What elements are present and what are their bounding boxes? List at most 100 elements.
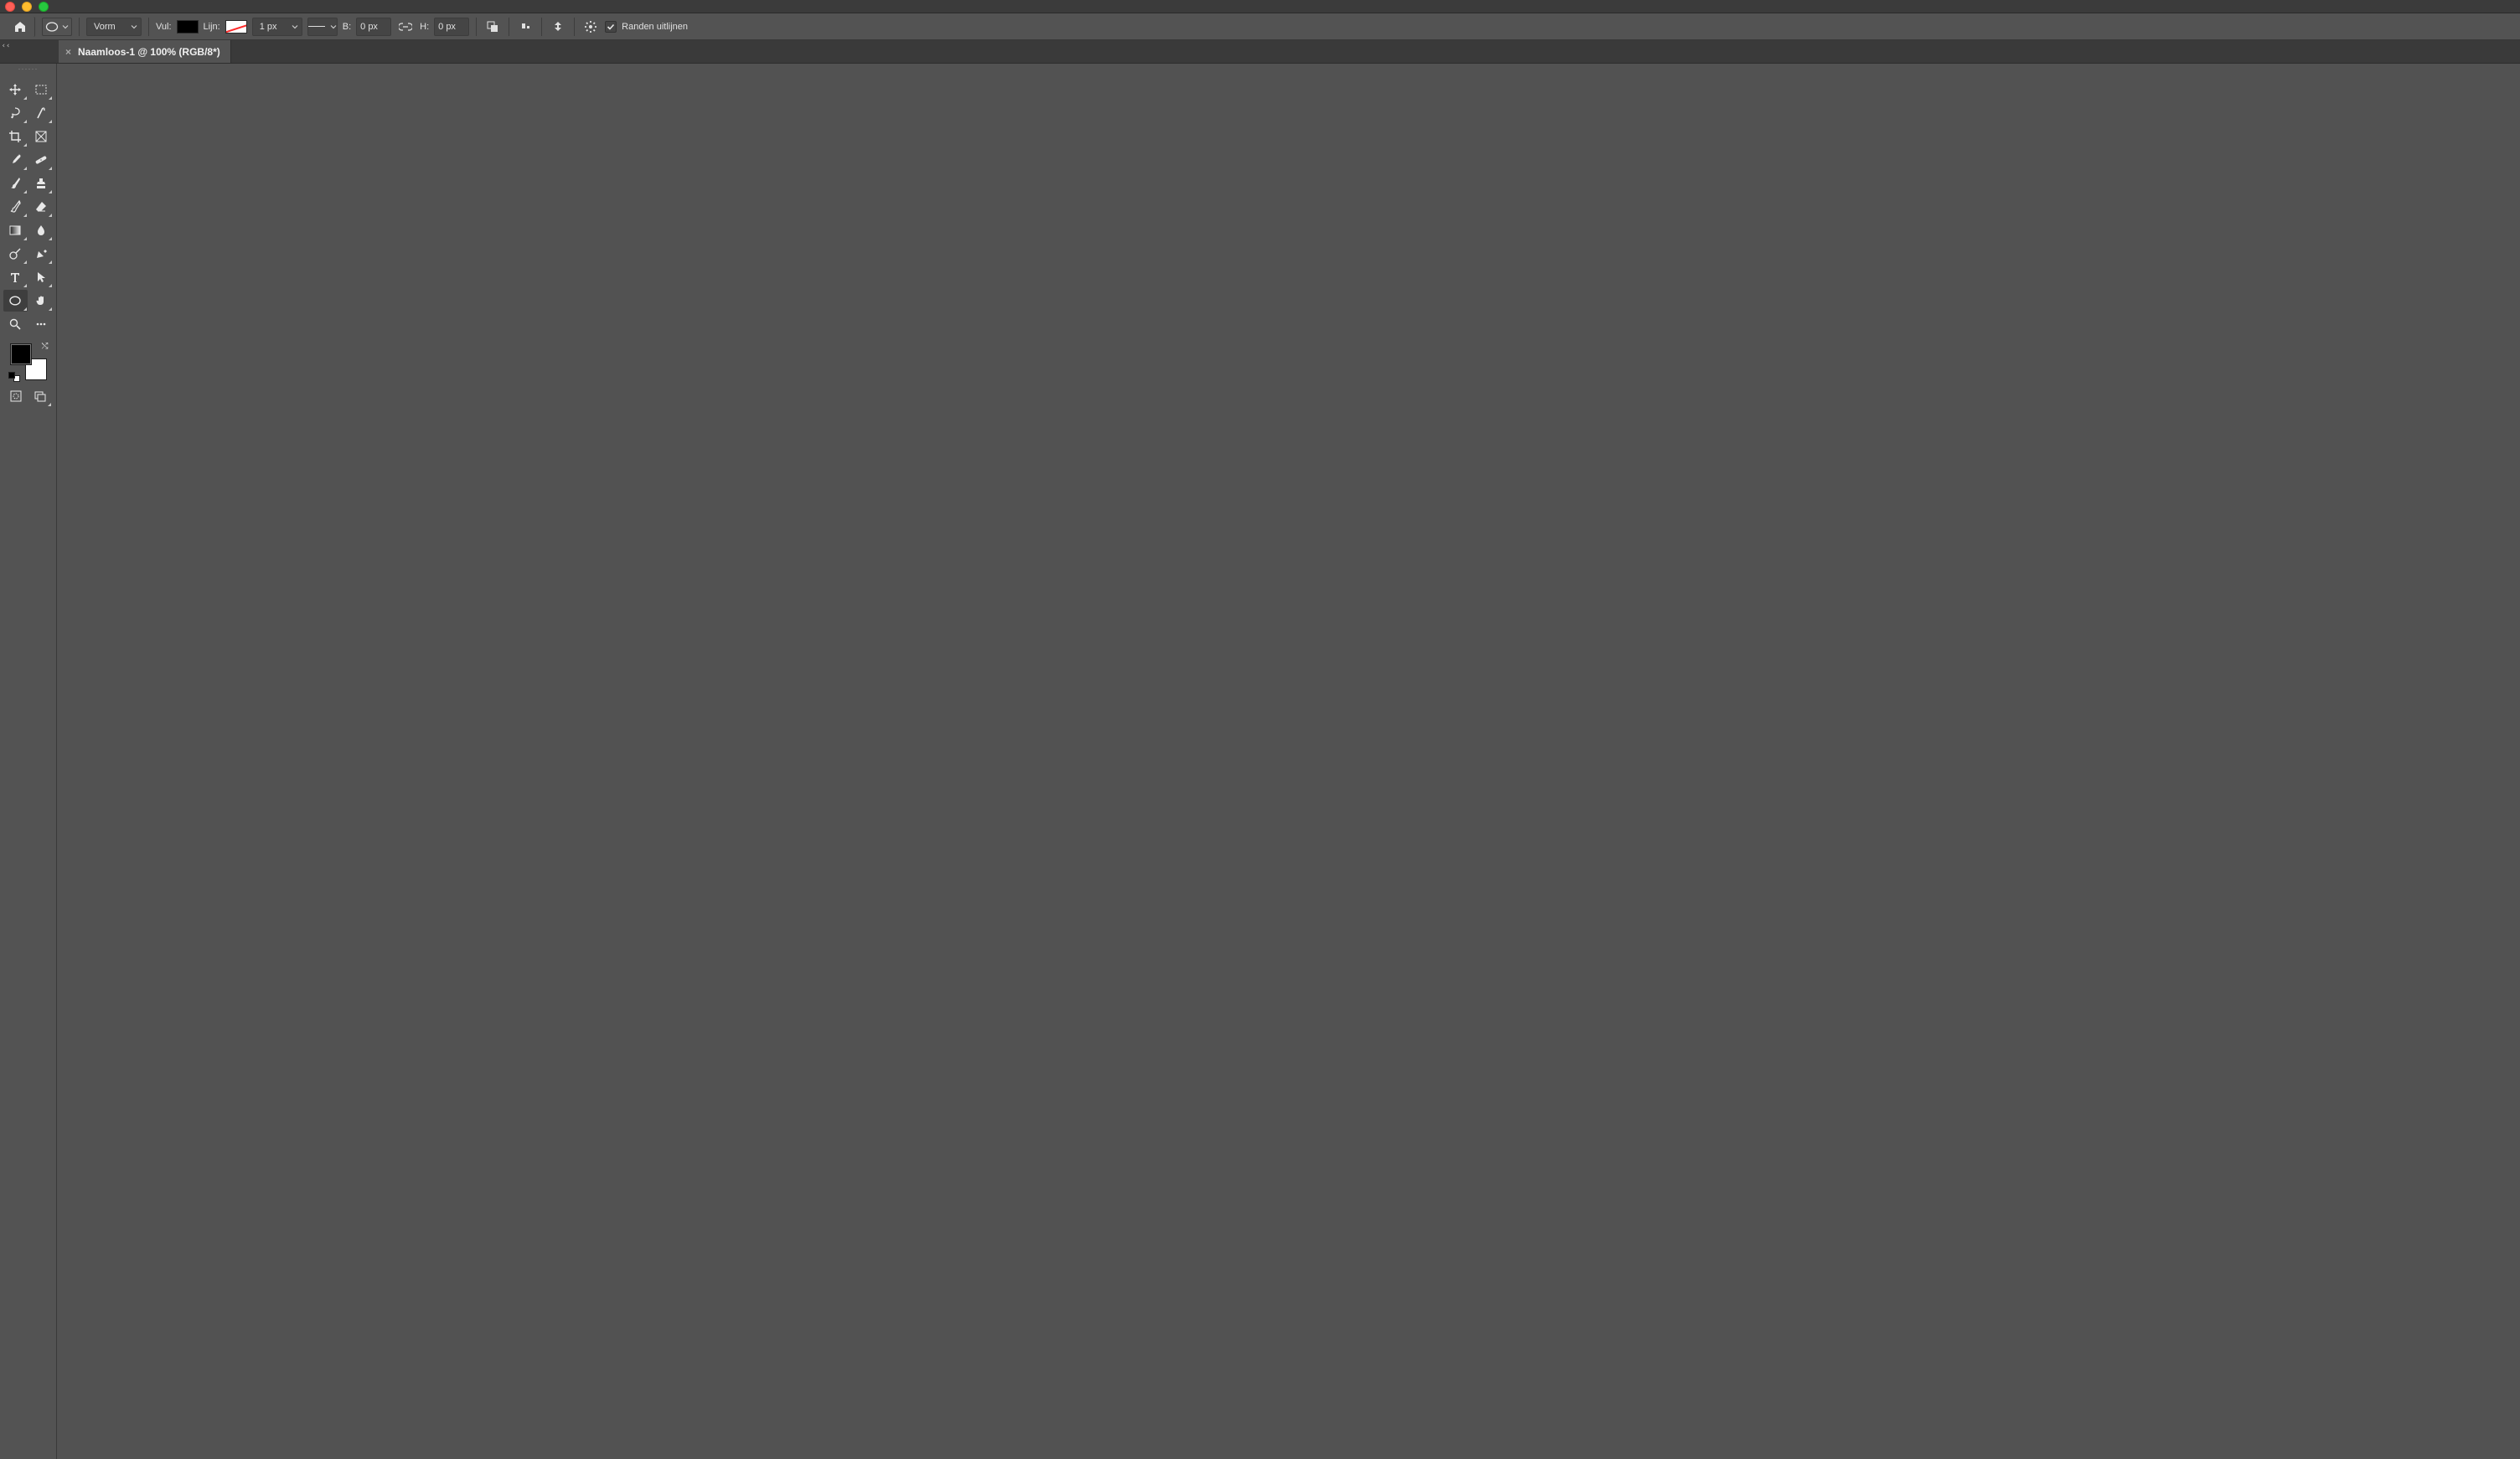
width-field[interactable]: 0 px (356, 18, 391, 36)
swap-colors-button[interactable]: ⤭ (42, 342, 49, 351)
screen-mode-icon (34, 389, 47, 403)
ellipse-icon (45, 21, 59, 33)
hand-tool[interactable] (29, 290, 54, 312)
ellipsis-icon (34, 317, 48, 331)
main-area: ······ (0, 64, 2520, 1459)
chevron-down-icon (330, 23, 337, 30)
tabstrip-spacer (12, 40, 59, 63)
fill-swatch[interactable] (177, 20, 199, 34)
document-tab[interactable]: × Naamloos-1 @ 100% (RGB/8*) (59, 40, 231, 63)
chevron-down-icon (131, 23, 137, 30)
ellipse-icon (8, 295, 22, 307)
magic-wand-icon (34, 106, 48, 120)
quick-selection-tool[interactable] (29, 102, 54, 124)
tool-preset-picker[interactable] (42, 18, 72, 36)
separator (574, 18, 575, 36)
hand-icon (34, 294, 48, 307)
edit-toolbar-button[interactable] (29, 313, 54, 335)
align-edges-checkbox[interactable] (605, 21, 617, 33)
brush-icon (8, 177, 22, 190)
marquee-icon (34, 83, 48, 96)
height-label: H: (420, 22, 429, 32)
shape-settings-button[interactable] (581, 18, 600, 36)
gradient-icon (8, 224, 22, 237)
lasso-tool[interactable] (3, 102, 28, 124)
clone-stamp-tool[interactable] (29, 173, 54, 194)
mini-black-swatch (8, 372, 15, 379)
ellipse-shape-tool[interactable] (3, 290, 28, 312)
frame-tool[interactable] (29, 126, 54, 147)
pen-tool[interactable] (29, 243, 54, 265)
gear-icon (584, 20, 597, 34)
link-dimensions-button[interactable] (396, 18, 415, 36)
path-operations-button[interactable] (483, 18, 502, 36)
dodge-icon (8, 247, 22, 260)
chevron-down-icon (62, 23, 69, 30)
window-close-button[interactable] (5, 2, 15, 12)
crop-icon (8, 130, 22, 143)
align-icon (519, 20, 532, 34)
tools-grid (0, 77, 56, 338)
window-minimize-button[interactable] (22, 2, 32, 12)
separator (476, 18, 477, 36)
chevron-down-icon (292, 23, 298, 30)
move-tool[interactable] (3, 79, 28, 101)
width-value: 0 px (360, 22, 378, 32)
lasso-icon (8, 106, 22, 120)
width-label: B: (343, 22, 351, 32)
arrange-icon (551, 20, 565, 34)
eyedropper-tool[interactable] (3, 149, 28, 171)
canvas-area[interactable] (57, 64, 2520, 1459)
document-tab-title: Naamloos-1 @ 100% (RGB/8*) (78, 46, 220, 58)
spot-healing-tool[interactable] (29, 149, 54, 171)
separator (541, 18, 542, 36)
crop-tool[interactable] (3, 126, 28, 147)
screen-mode-button[interactable] (28, 385, 52, 407)
foreground-color-swatch[interactable] (10, 343, 32, 365)
home-button[interactable] (10, 17, 35, 37)
type-icon (8, 271, 22, 284)
default-colors-button[interactable] (8, 372, 20, 382)
options-bar: Vorm Vul: Lijn: 1 px B: 0 px H: 0 px (0, 13, 2520, 40)
pen-icon (34, 247, 48, 260)
dodge-tool[interactable] (3, 243, 28, 265)
gradient-tool[interactable] (3, 219, 28, 241)
color-swatches: ⤭ (10, 343, 47, 380)
arrow-cursor-icon (34, 271, 48, 284)
link-icon (399, 22, 412, 32)
separator (79, 18, 80, 36)
collapse-panel-button[interactable]: ‹‹ (0, 40, 12, 63)
fill-label: Vul: (156, 22, 172, 32)
height-field[interactable]: 0 px (434, 18, 469, 36)
zoom-tool[interactable] (3, 313, 28, 335)
stroke-width-field[interactable]: 1 px (252, 18, 302, 36)
blur-tool[interactable] (29, 219, 54, 241)
double-chevron-left-icon: ‹‹ (2, 42, 11, 50)
type-tool[interactable] (3, 266, 28, 288)
window-zoom-button[interactable] (39, 2, 49, 12)
shape-mode-dropdown[interactable]: Vorm (86, 18, 142, 36)
checkmark-icon (607, 23, 615, 31)
path-align-button[interactable] (516, 18, 534, 36)
path-arrange-button[interactable] (549, 18, 567, 36)
stroke-style-dropdown[interactable] (307, 18, 338, 36)
brush-tool[interactable] (3, 173, 28, 194)
window-titlebar (0, 0, 2520, 13)
path-selection-tool[interactable] (29, 266, 54, 288)
rectangular-marquee-tool[interactable] (29, 79, 54, 101)
close-tab-button[interactable]: × (65, 47, 71, 57)
move-icon (8, 83, 22, 96)
tool-panel-grip[interactable]: ······ (0, 64, 56, 77)
eyedropper-icon (8, 153, 22, 167)
quick-mask-toggle[interactable] (4, 385, 28, 407)
left-tool-panel: ······ (0, 64, 57, 1459)
stroke-swatch[interactable] (225, 20, 247, 34)
align-edges-label: Randen uitlijnen (622, 22, 688, 32)
zoom-icon (8, 317, 22, 331)
eraser-tool[interactable] (29, 196, 54, 218)
swap-icon: ⤭ (42, 342, 49, 351)
stamp-icon (34, 177, 48, 190)
history-brush-tool[interactable] (3, 196, 28, 218)
stroke-width-value: 1 px (260, 22, 277, 32)
shape-mode-label: Vorm (94, 22, 116, 32)
